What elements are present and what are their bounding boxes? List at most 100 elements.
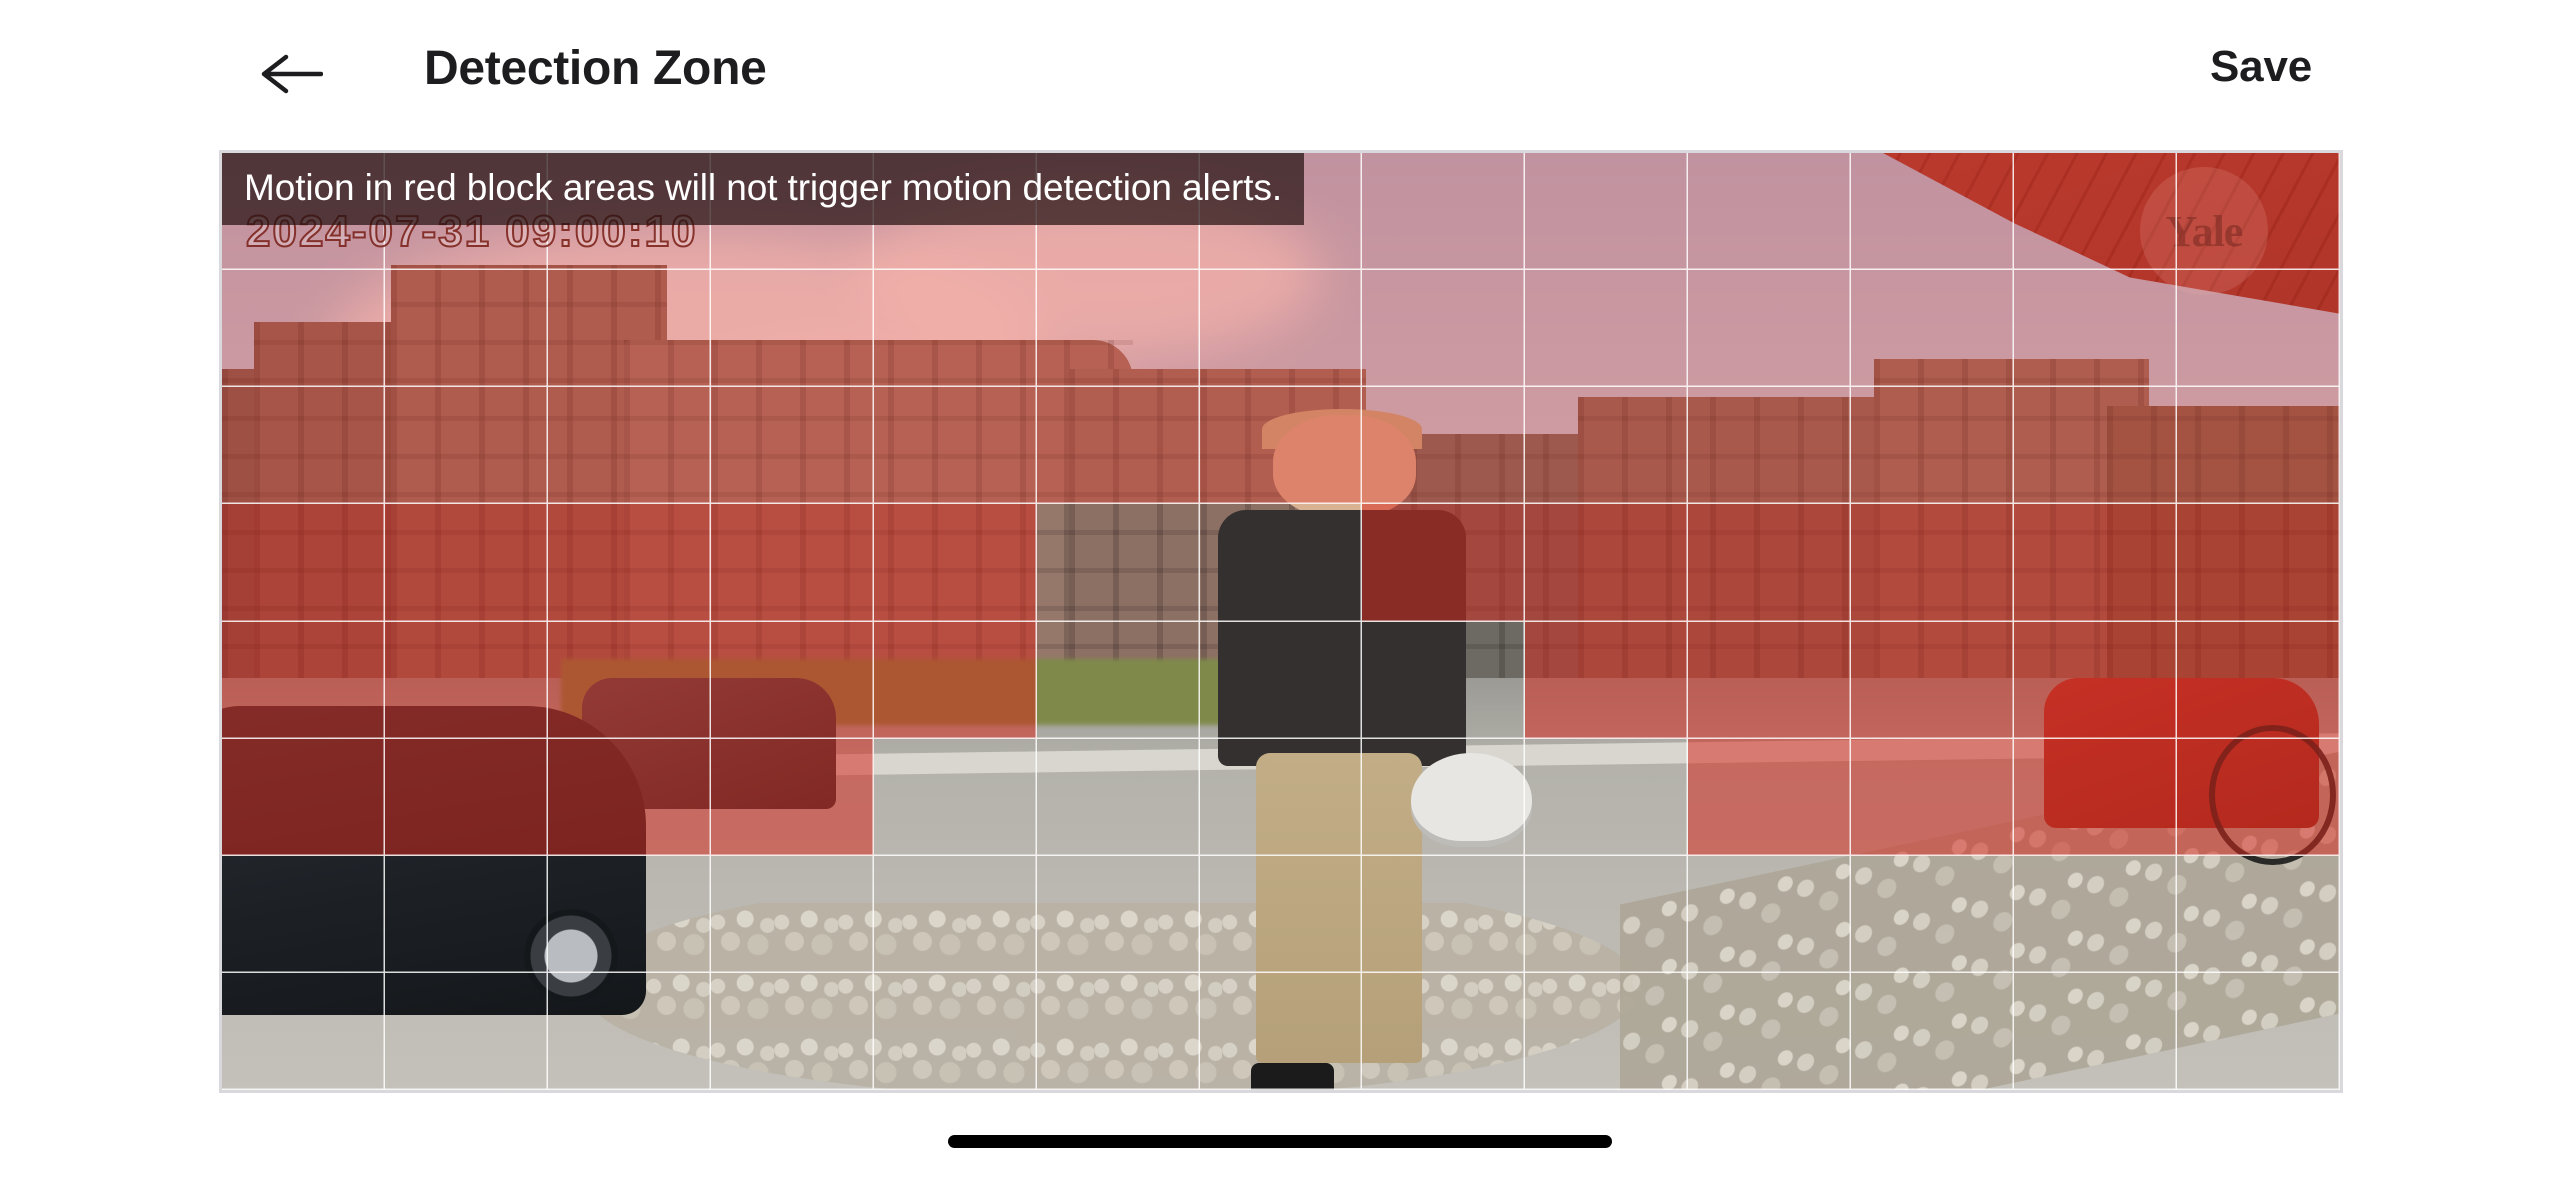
zone-cell-r6-c4[interactable] [710, 738, 874, 856]
zone-cell-r7-c8[interactable] [1362, 856, 1525, 973]
zone-cell-r5-c8[interactable] [1362, 622, 1525, 739]
zone-cell-r4-c13[interactable] [2177, 504, 2340, 622]
zone-cell-r8-c8[interactable] [1362, 973, 1525, 1090]
zone-cell-r4-c4[interactable] [710, 504, 874, 622]
zone-cell-r6-c12[interactable] [2014, 738, 2178, 856]
zone-cell-r7-c7[interactable] [1200, 856, 1363, 973]
zone-cell-r4-c9[interactable] [1525, 504, 1689, 622]
zone-cell-r6-c9[interactable] [1525, 739, 1688, 856]
zone-cell-r6-c5[interactable] [874, 739, 1037, 856]
zone-cell-r4-c3[interactable] [547, 504, 711, 622]
zone-cell-r4-c8[interactable] [1362, 504, 1526, 622]
zone-cell-r2-c12[interactable] [2014, 270, 2178, 388]
zone-cell-r8-c13[interactable] [2177, 973, 2340, 1090]
zone-cell-r1-c4[interactable] [710, 153, 874, 271]
zone-cell-r3-c7[interactable] [1199, 387, 1363, 505]
save-button[interactable]: Save [2210, 42, 2312, 92]
zone-cell-r5-c4[interactable] [710, 621, 874, 739]
zone-cell-r2-c4[interactable] [710, 270, 874, 388]
zone-cell-r2-c10[interactable] [1688, 270, 1852, 388]
zone-cell-r7-c11[interactable] [1851, 856, 2014, 973]
zone-cell-r3-c1[interactable] [222, 387, 385, 505]
zone-cell-r1-c2[interactable] [384, 153, 548, 271]
zone-cell-r2-c8[interactable] [1362, 270, 1526, 388]
zone-cell-r5-c1[interactable] [222, 621, 385, 739]
zone-cell-r8-c12[interactable] [2014, 973, 2177, 1090]
zone-cell-r7-c2[interactable] [385, 856, 548, 973]
zone-cell-r6-c8[interactable] [1362, 739, 1525, 856]
zone-cell-r1-c3[interactable] [547, 153, 711, 271]
zone-cell-r3-c3[interactable] [547, 387, 711, 505]
zone-cell-r7-c5[interactable] [874, 856, 1037, 973]
zone-cell-r2-c9[interactable] [1525, 270, 1689, 388]
zone-cell-r6-c7[interactable] [1200, 739, 1363, 856]
zone-cell-r3-c10[interactable] [1688, 387, 1852, 505]
zone-cell-r1-c10[interactable] [1688, 153, 1852, 271]
zone-cell-r4-c6[interactable] [1037, 504, 1200, 621]
zone-cell-r7-c10[interactable] [1688, 856, 1851, 973]
zone-cell-r7-c6[interactable] [1037, 856, 1200, 973]
zone-cell-r1-c8[interactable] [1362, 153, 1526, 271]
zone-cell-r1-c12[interactable] [2014, 153, 2178, 271]
back-button[interactable] [256, 38, 328, 110]
zone-cell-r8-c11[interactable] [1851, 973, 2014, 1090]
zone-cell-r3-c13[interactable] [2177, 387, 2340, 505]
zone-cell-r2-c2[interactable] [384, 270, 548, 388]
zone-cell-r1-c11[interactable] [1851, 153, 2015, 271]
zone-cell-r5-c13[interactable] [2177, 621, 2340, 739]
zone-cell-r4-c10[interactable] [1688, 504, 1852, 622]
zone-cell-r7-c13[interactable] [2177, 856, 2340, 973]
zone-cell-r1-c13[interactable] [2177, 153, 2340, 271]
zone-cell-r1-c1[interactable] [222, 153, 385, 271]
zone-cell-r3-c8[interactable] [1362, 387, 1526, 505]
detection-zone-grid[interactable] [222, 153, 2340, 1090]
zone-cell-r8-c3[interactable] [548, 973, 711, 1090]
zone-cell-r2-c11[interactable] [1851, 270, 2015, 388]
zone-cell-r1-c7[interactable] [1199, 153, 1363, 271]
zone-cell-r1-c6[interactable] [1036, 153, 1200, 271]
zone-cell-r6-c1[interactable] [222, 738, 385, 856]
zone-cell-r7-c12[interactable] [2014, 856, 2177, 973]
zone-cell-r4-c2[interactable] [384, 504, 548, 622]
zone-cell-r8-c5[interactable] [874, 973, 1037, 1090]
zone-cell-r6-c11[interactable] [1851, 738, 2015, 856]
zone-cell-r1-c9[interactable] [1525, 153, 1689, 271]
zone-cell-r5-c7[interactable] [1200, 622, 1363, 739]
zone-cell-r8-c6[interactable] [1037, 973, 1200, 1090]
zone-cell-r5-c10[interactable] [1688, 621, 1852, 739]
zone-cell-r8-c9[interactable] [1525, 973, 1688, 1090]
zone-cell-r7-c4[interactable] [711, 856, 874, 973]
zone-cell-r2-c1[interactable] [222, 270, 385, 388]
zone-cell-r2-c6[interactable] [1036, 270, 1200, 388]
zone-cell-r7-c9[interactable] [1525, 856, 1688, 973]
zone-cell-r8-c4[interactable] [711, 973, 874, 1090]
zone-cell-r4-c11[interactable] [1851, 504, 2015, 622]
zone-cell-r8-c2[interactable] [385, 973, 548, 1090]
zone-cell-r3-c11[interactable] [1851, 387, 2015, 505]
zone-cell-r6-c6[interactable] [1037, 739, 1200, 856]
zone-cell-r6-c3[interactable] [547, 738, 711, 856]
zone-cell-r2-c13[interactable] [2177, 270, 2340, 388]
zone-cell-r3-c9[interactable] [1525, 387, 1689, 505]
zone-cell-r6-c2[interactable] [384, 738, 548, 856]
zone-cell-r4-c7[interactable] [1200, 504, 1363, 621]
zone-cell-r2-c7[interactable] [1199, 270, 1363, 388]
zone-cell-r5-c9[interactable] [1525, 621, 1689, 739]
zone-cell-r3-c5[interactable] [873, 387, 1037, 505]
zone-cell-r4-c12[interactable] [2014, 504, 2178, 622]
zone-cell-r5-c3[interactable] [547, 621, 711, 739]
zone-cell-r8-c1[interactable] [222, 973, 385, 1090]
zone-cell-r6-c13[interactable] [2177, 738, 2340, 856]
zone-cell-r8-c10[interactable] [1688, 973, 1851, 1090]
zone-cell-r7-c3[interactable] [548, 856, 711, 973]
zone-cell-r5-c5[interactable] [873, 621, 1037, 739]
zone-cell-r3-c6[interactable] [1036, 387, 1200, 505]
zone-cell-r2-c3[interactable] [547, 270, 711, 388]
zone-cell-r8-c7[interactable] [1200, 973, 1363, 1090]
zone-cell-r6-c10[interactable] [1688, 738, 1852, 856]
zone-cell-r4-c5[interactable] [873, 504, 1037, 622]
zone-cell-r4-c1[interactable] [222, 504, 385, 622]
zone-cell-r5-c6[interactable] [1037, 622, 1200, 739]
zone-cell-r5-c11[interactable] [1851, 621, 2015, 739]
zone-cell-r3-c4[interactable] [710, 387, 874, 505]
